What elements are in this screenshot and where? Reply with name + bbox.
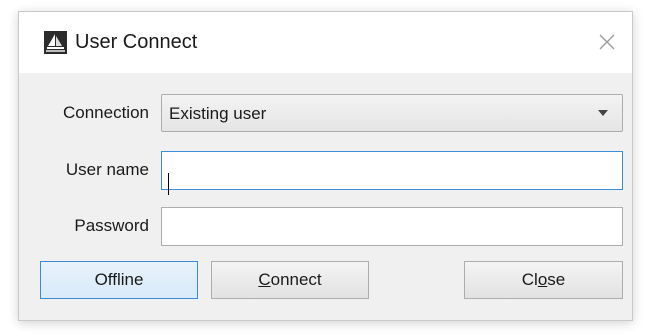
connection-select[interactable]: Existing user [161, 94, 623, 132]
user-connect-dialog: User Connect Connection Existing user Us… [18, 11, 633, 321]
sailboat-logo-icon [44, 31, 67, 54]
connect-label-post: onnect [270, 270, 322, 289]
title-bar: User Connect [19, 12, 632, 73]
close-label-post: se [547, 270, 566, 289]
close-button[interactable]: Close [464, 261, 623, 299]
connect-mnemonic: C [258, 270, 271, 289]
connection-label: Connection [62, 103, 149, 122]
chevron-down-icon [598, 110, 608, 116]
username-input[interactable] [161, 151, 623, 190]
connect-button[interactable]: Connect [211, 261, 369, 299]
connection-select-value: Existing user [169, 104, 267, 123]
close-label-pre: Cl [521, 270, 538, 289]
password-label: Password [74, 216, 149, 235]
username-label: User name [65, 160, 149, 179]
text-caret [168, 173, 169, 195]
password-input[interactable] [161, 207, 623, 246]
close-icon[interactable] [592, 27, 622, 57]
close-mnemonic: o [537, 270, 548, 289]
offline-button[interactable]: Offline [40, 261, 198, 299]
window-title: User Connect [75, 31, 198, 53]
